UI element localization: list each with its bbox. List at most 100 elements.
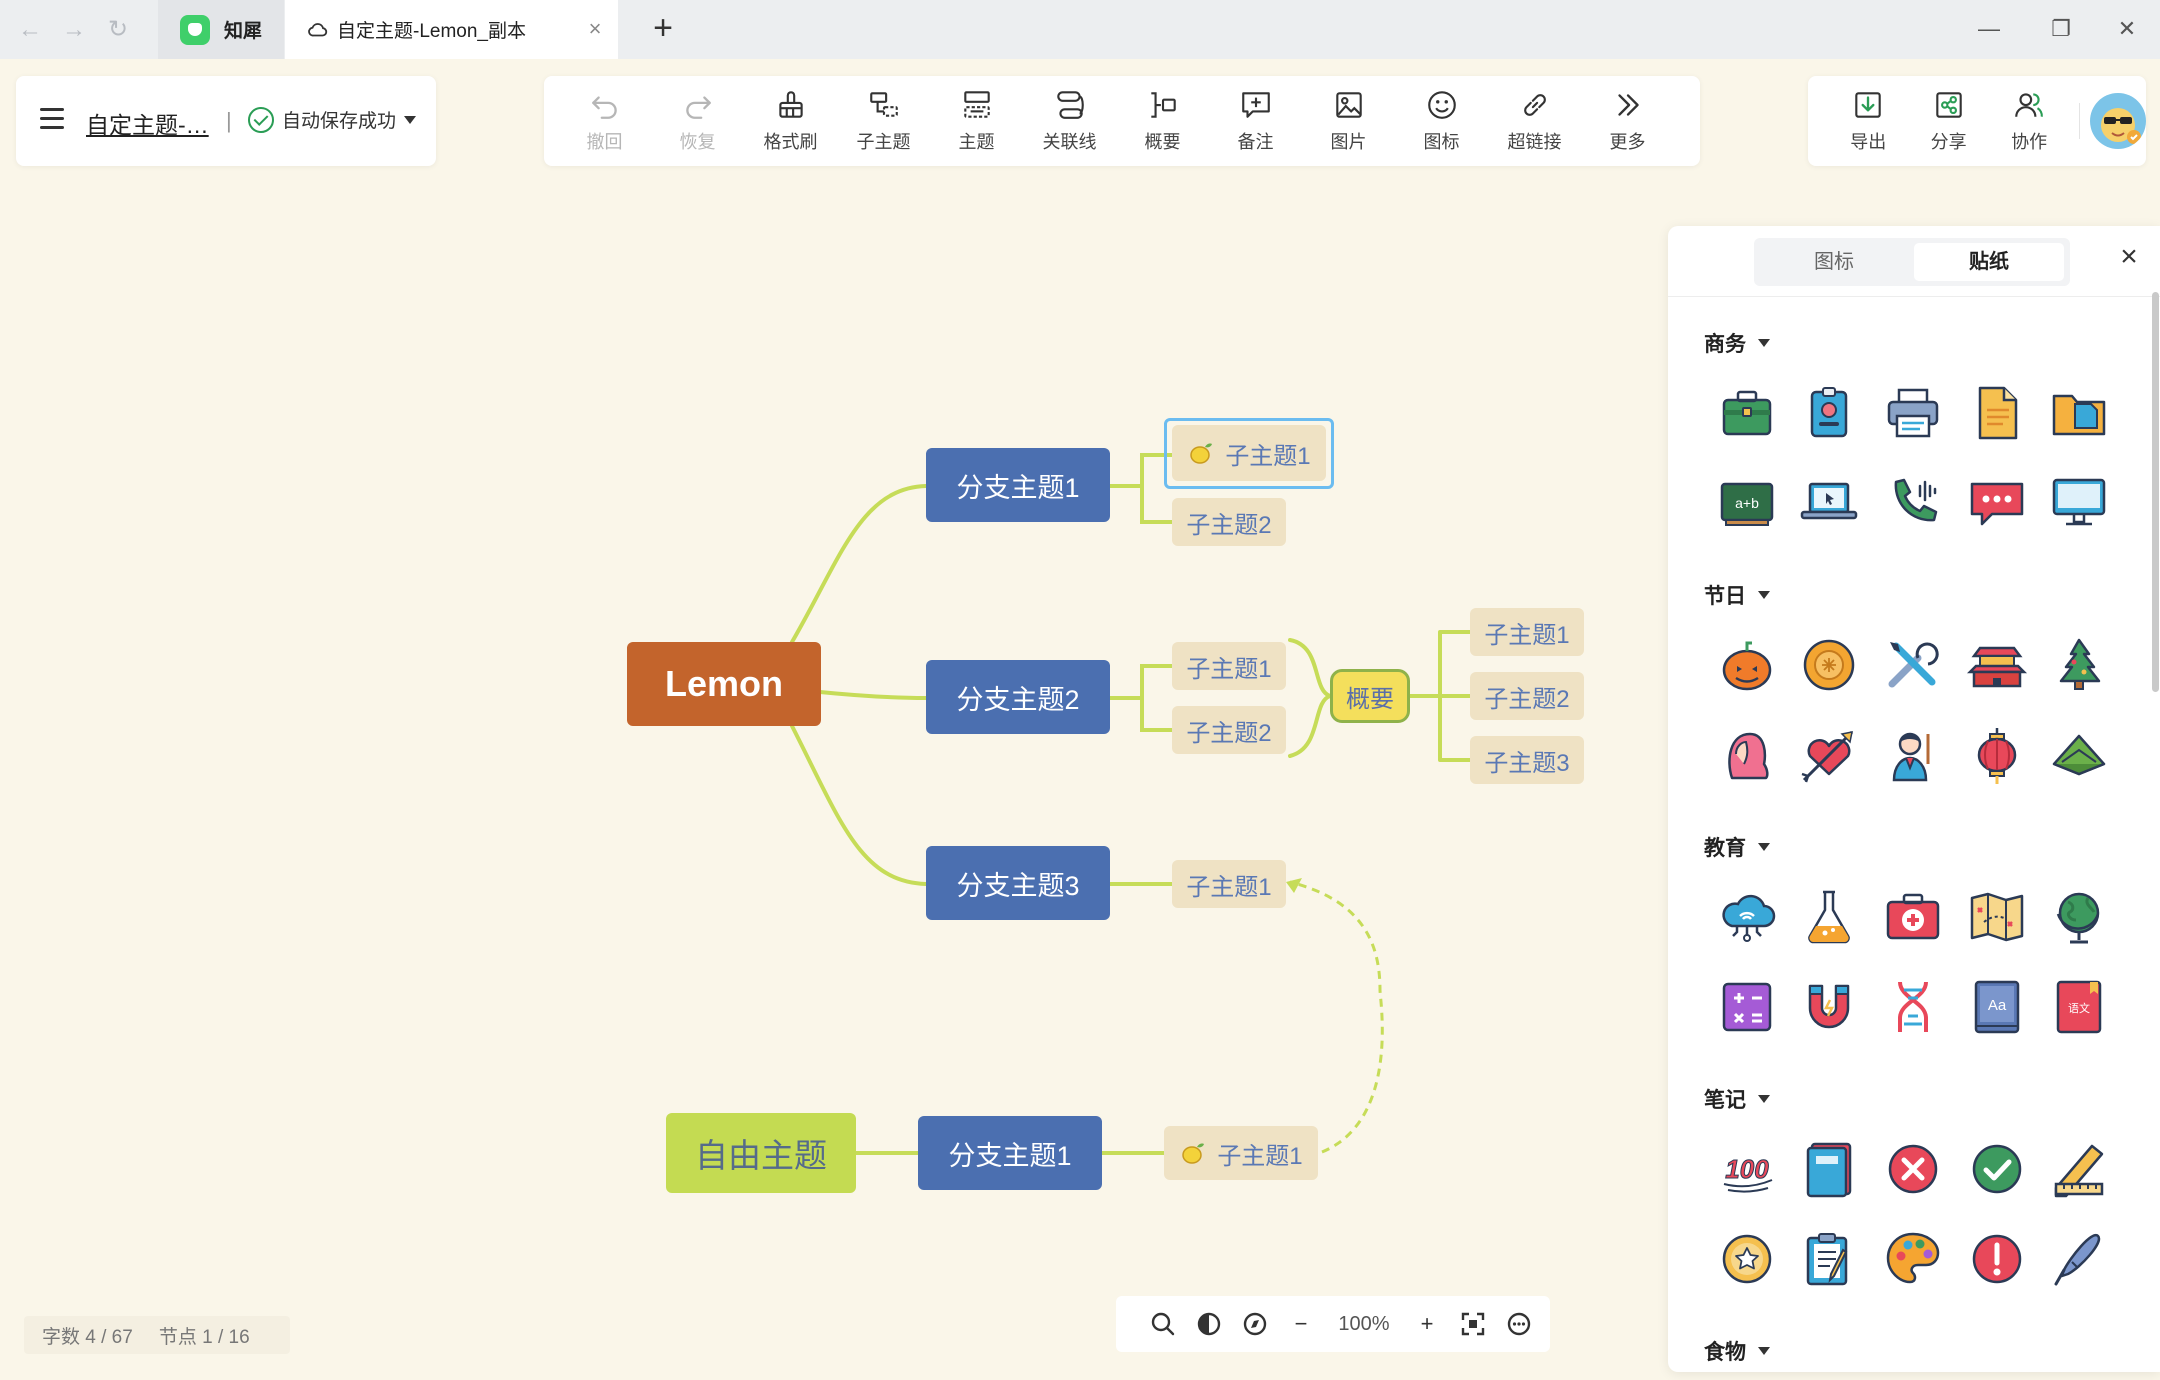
- more-dots-icon: [1507, 1312, 1531, 1336]
- subtopic-label: 子主题1: [1217, 1142, 1303, 1170]
- palette-icon[interactable]: [1882, 1228, 1944, 1290]
- subtopic-1-1[interactable]: 子主题1: [1172, 425, 1326, 481]
- mooncake-icon[interactable]: [1798, 634, 1860, 696]
- chat-bubble-icon[interactable]: [1966, 472, 2028, 534]
- sticker-panel: 图标 贴纸 × 商务 a+b 节日 教育 Aa 语文 笔记 100 食物: [1668, 226, 2160, 1372]
- printer-icon[interactable]: [1882, 382, 1944, 444]
- divider: [1668, 296, 2160, 297]
- blackboard-icon[interactable]: a+b: [1716, 472, 1778, 534]
- lemon-icon: [1182, 1143, 1205, 1164]
- summary-topic[interactable]: 概要: [1330, 669, 1410, 723]
- tab-stickers[interactable]: 贴纸: [1914, 243, 2064, 281]
- pumpkin-icon[interactable]: [1716, 634, 1778, 696]
- search-button[interactable]: [1140, 1296, 1186, 1352]
- free-branch-topic[interactable]: 分支主题1: [918, 1116, 1102, 1190]
- more-options-button[interactable]: [1496, 1296, 1542, 1352]
- teacher-icon[interactable]: [1882, 724, 1944, 786]
- zoom-level[interactable]: 100%: [1324, 1313, 1404, 1336]
- connector-branch1-subs: [1108, 453, 1174, 524]
- category-education[interactable]: 教育: [1704, 832, 1770, 862]
- navigate-button[interactable]: [1232, 1296, 1278, 1352]
- check-mark-icon[interactable]: [1966, 1138, 2028, 1200]
- sticker-panel-tabs: 图标 贴纸: [1754, 238, 2070, 286]
- star-badge-icon[interactable]: [1716, 1228, 1778, 1290]
- category-label: 商务: [1704, 333, 1746, 356]
- gate-tower-icon[interactable]: [1966, 634, 2028, 696]
- root-topic[interactable]: Lemon: [627, 642, 821, 726]
- exclamation-icon[interactable]: [1966, 1228, 2028, 1290]
- pen-icon[interactable]: [2048, 1228, 2110, 1290]
- search-icon: [1151, 1312, 1175, 1336]
- lemon-icon: [1190, 443, 1213, 464]
- christmas-tree-icon[interactable]: [2048, 634, 2110, 696]
- id-badge-icon[interactable]: [1798, 382, 1860, 444]
- girl-hair-icon[interactable]: [1716, 724, 1778, 786]
- tools-icon[interactable]: [1882, 634, 1944, 696]
- close-icon[interactable]: ×: [2114, 242, 2144, 272]
- theme-button[interactable]: [1186, 1296, 1232, 1352]
- cross-mark-icon[interactable]: [1882, 1138, 1944, 1200]
- tab-icons[interactable]: 图标: [1759, 243, 1909, 281]
- node-count: 节点 1 / 16: [158, 1326, 250, 1348]
- connector-root-branch1: [790, 484, 928, 644]
- cloud-network-icon[interactable]: [1716, 886, 1778, 948]
- subtopic-3-1[interactable]: 子主题1: [1172, 860, 1286, 908]
- hundred-points-icon[interactable]: 100: [1716, 1138, 1778, 1200]
- zongzi-icon[interactable]: [2048, 724, 2110, 786]
- globe-icon[interactable]: [2048, 886, 2110, 948]
- zoom-in-button[interactable]: +: [1404, 1296, 1450, 1352]
- zoom-bar: − 100% +: [1116, 1296, 1550, 1352]
- compass-icon: [1243, 1312, 1267, 1336]
- monitor-icon[interactable]: [2048, 472, 2110, 534]
- notebook-icon[interactable]: [1798, 1138, 1860, 1200]
- word-count: 字数 4 / 67: [42, 1326, 133, 1348]
- zoom-out-button[interactable]: −: [1278, 1296, 1324, 1352]
- briefcase-icon[interactable]: [1716, 382, 1778, 444]
- heart-arrow-icon[interactable]: [1798, 724, 1860, 786]
- ruler-icon[interactable]: [2048, 1138, 2110, 1200]
- summary-subtopic-1[interactable]: 子主题1: [1470, 608, 1584, 656]
- caret-down-icon: [1758, 1347, 1770, 1355]
- category-label: 食物: [1704, 1341, 1746, 1364]
- caret-down-icon: [1758, 1095, 1770, 1103]
- lantern-icon[interactable]: [1966, 724, 2028, 786]
- dictionary-icon[interactable]: Aa: [1966, 976, 2028, 1038]
- laptop-icon[interactable]: [1798, 472, 1860, 534]
- category-notes[interactable]: 笔记: [1704, 1084, 1770, 1114]
- branch-topic-1[interactable]: 分支主题1: [926, 448, 1110, 522]
- subtopic-2-2[interactable]: 子主题2: [1172, 706, 1286, 754]
- caret-down-icon: [1758, 843, 1770, 851]
- folder-icon[interactable]: [2048, 382, 2110, 444]
- category-food[interactable]: 食物: [1704, 1336, 1770, 1366]
- summary-subtopic-3[interactable]: 子主题3: [1470, 736, 1584, 784]
- clipboard-icon[interactable]: [1798, 1228, 1860, 1290]
- category-business[interactable]: 商务: [1704, 328, 1770, 358]
- category-holidays[interactable]: 节日: [1704, 580, 1770, 610]
- subtopic-2-1[interactable]: 子主题1: [1172, 642, 1286, 690]
- subtopic-label: 子主题1: [1225, 442, 1311, 470]
- branch-topic-3[interactable]: 分支主题3: [926, 846, 1110, 920]
- fit-screen-button[interactable]: [1450, 1296, 1496, 1352]
- document-icon[interactable]: [1966, 382, 2028, 444]
- branch-topic-2[interactable]: 分支主题2: [926, 660, 1110, 734]
- fit-screen-icon: [1461, 1312, 1485, 1336]
- summary-subtopic-2[interactable]: 子主题2: [1470, 672, 1584, 720]
- caret-down-icon: [1758, 591, 1770, 599]
- scrollbar[interactable]: [2152, 292, 2159, 692]
- flask-icon[interactable]: [1798, 886, 1860, 948]
- first-aid-kit-icon[interactable]: [1882, 886, 1944, 948]
- chinese-book-icon[interactable]: 语文: [2048, 976, 2110, 1038]
- phone-icon[interactable]: [1882, 472, 1944, 534]
- svg-text:语文: 语文: [2068, 1001, 2090, 1015]
- free-topic[interactable]: 自由主题: [666, 1113, 856, 1193]
- connector-branch2-subs: [1108, 664, 1174, 732]
- subtopic-1-2[interactable]: 子主题2: [1172, 498, 1286, 546]
- magnet-icon[interactable]: [1798, 976, 1860, 1038]
- dna-icon[interactable]: [1882, 976, 1944, 1038]
- svg-text:Aa: Aa: [1988, 997, 2007, 1014]
- connector-root-branch2: [818, 690, 928, 700]
- calculator-icon[interactable]: [1716, 976, 1778, 1038]
- free-subtopic-1[interactable]: 子主题1: [1164, 1126, 1318, 1180]
- map-icon[interactable]: [1966, 886, 2028, 948]
- connector-root-branch3: [790, 724, 928, 886]
